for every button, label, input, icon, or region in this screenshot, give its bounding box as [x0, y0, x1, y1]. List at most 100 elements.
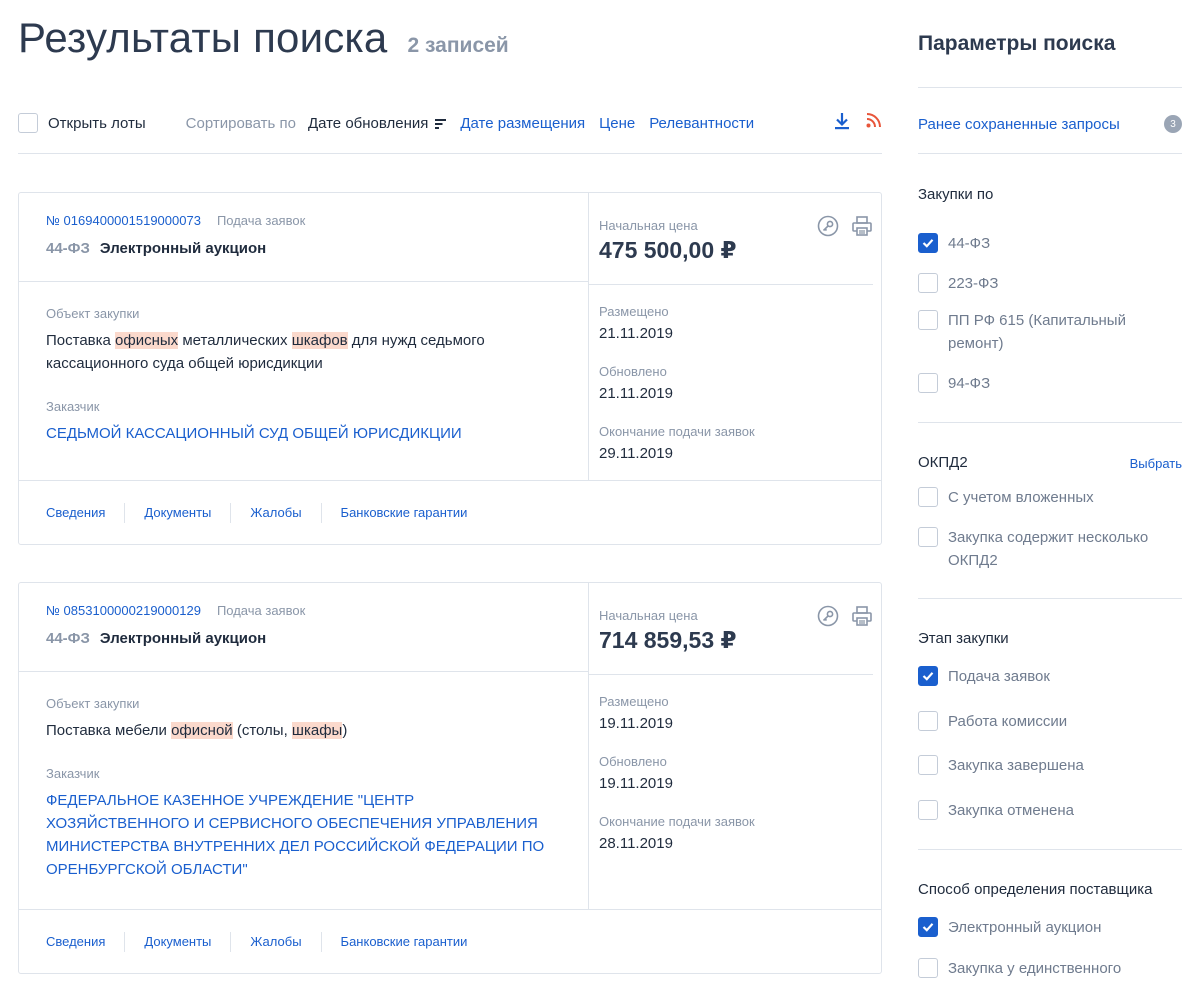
- sort-by-price[interactable]: Цене: [599, 115, 635, 132]
- updated-date: Обновлено 19.11.2019: [599, 754, 881, 792]
- sort-by-publish-date[interactable]: Дате размещения: [460, 115, 585, 132]
- date-label: Окончание подачи заявок: [599, 424, 755, 439]
- checkbox-checked[interactable]: [918, 666, 938, 686]
- sort-descending-icon: [435, 118, 447, 129]
- option-label: 44-ФЗ: [948, 235, 991, 252]
- open-lots-toggle[interactable]: Открыть лоты: [18, 113, 146, 133]
- search-highlight: офисных: [115, 332, 179, 349]
- purchase-number-link[interactable]: № 0853100000219000129: [46, 603, 201, 618]
- saved-queries-link[interactable]: Ранее сохраненные запросы: [918, 116, 1120, 133]
- checkbox[interactable]: [918, 527, 938, 547]
- option-label: 223-ФЗ: [948, 275, 999, 292]
- initial-price: 714 859,53 ₽: [599, 627, 737, 653]
- option-label: ПП РФ 615 (Капитальный ремонт): [948, 312, 1126, 352]
- filter-option-cancelled[interactable]: Закупка отменена: [918, 800, 1182, 822]
- option-label: Закупка у единственного: [948, 960, 1122, 977]
- checkbox[interactable]: [918, 273, 938, 293]
- key-icon[interactable]: [817, 215, 839, 237]
- open-lots-checkbox[interactable]: [18, 113, 38, 133]
- subject-label: Объект закупки: [46, 696, 140, 711]
- checkbox[interactable]: [918, 310, 938, 330]
- deadline-date: Окончание подачи заявок 28.11.2019: [599, 814, 881, 852]
- sort-by-update-date[interactable]: Дате обновления: [307, 114, 447, 132]
- price-block: Начальная цена 475 500,00 ₽: [589, 193, 873, 285]
- filter-option-nested[interactable]: С учетом вложенных: [918, 487, 1182, 509]
- documents-link[interactable]: Документы: [144, 505, 211, 520]
- card-header: № 0853100000219000129 Подача заявок 44-Ф…: [19, 583, 588, 672]
- updated-date: Обновлено 21.11.2019: [599, 364, 881, 402]
- date-value: 21.11.2019: [599, 385, 673, 402]
- sidebar-title: Параметры поиска: [918, 32, 1116, 55]
- filter-option-completed[interactable]: Закупка завершена: [918, 755, 1182, 777]
- option-label: Закупка завершена: [948, 757, 1084, 774]
- checkbox[interactable]: [918, 373, 938, 393]
- purchase-number-link[interactable]: № 0169400001519000073: [46, 213, 201, 228]
- filter-option-multiple-okpd2[interactable]: Закупка содержит несколько ОКПД2: [918, 527, 1182, 572]
- date-value: 19.11.2019: [599, 775, 673, 792]
- link-separator: [320, 931, 322, 952]
- checkbox-checked[interactable]: [918, 917, 938, 937]
- customer-label: Заказчик: [46, 766, 100, 781]
- print-icon[interactable]: [851, 605, 873, 627]
- option-label: Подача заявок: [948, 668, 1050, 685]
- card-price-info: Начальная цена 714 859,53 ₽ Размещено 19…: [589, 583, 881, 874]
- card-main-info: № 0853100000219000129 Подача заявок 44-Ф…: [19, 583, 589, 910]
- rss-icon[interactable]: [866, 112, 882, 130]
- bank-guarantees-link[interactable]: Банковские гарантии: [341, 505, 468, 520]
- sidebar-divider: [918, 598, 1182, 599]
- filter-option-applications[interactable]: Подача заявок: [918, 666, 1182, 688]
- download-icon[interactable]: [834, 112, 850, 130]
- filter-option-223fz[interactable]: 223-ФЗ: [918, 273, 1182, 295]
- checkbox[interactable]: [918, 711, 938, 731]
- checkbox[interactable]: [918, 800, 938, 820]
- purchase-subject: Поставка мебели офисной (столы, шкафы): [46, 719, 561, 742]
- subject-text: металлических: [178, 332, 292, 349]
- filter-option-94fz[interactable]: 94-ФЗ: [918, 373, 1182, 395]
- search-highlight: шкафов: [291, 332, 348, 349]
- check-icon: [922, 239, 934, 248]
- deadline-date: Окончание подачи заявок 29.11.2019: [599, 424, 881, 462]
- stage-title: Этап закупки: [918, 630, 1009, 647]
- option-label: Закупка содержит несколько ОКПД2: [948, 529, 1149, 569]
- checkbox[interactable]: [918, 487, 938, 507]
- published-date: Размещено 21.11.2019: [599, 304, 881, 342]
- okpd2-choose-link[interactable]: Выбрать: [1130, 456, 1182, 471]
- card-price-info: Начальная цена 475 500,00 ₽ Размещено 21…: [589, 193, 881, 484]
- date-label: Окончание подачи заявок: [599, 814, 755, 829]
- sidebar-divider: [918, 849, 1182, 850]
- bank-guarantees-link[interactable]: Банковские гарантии: [341, 934, 468, 949]
- title-row: Результаты поиска 2 записей: [18, 14, 509, 62]
- link-separator: [230, 502, 232, 523]
- purchase-type: Электронный аукцион: [99, 630, 267, 647]
- documents-link[interactable]: Документы: [144, 934, 211, 949]
- filter-option-commission[interactable]: Работа комиссии: [918, 711, 1182, 733]
- checkbox[interactable]: [918, 958, 938, 978]
- filter-option-pp615[interactable]: ПП РФ 615 (Капитальный ремонт): [918, 310, 1182, 355]
- sidebar-divider: [918, 87, 1182, 88]
- checkbox-checked[interactable]: [918, 233, 938, 253]
- date-label: Обновлено: [599, 754, 667, 769]
- details-link[interactable]: Сведения: [46, 505, 105, 520]
- details-link[interactable]: Сведения: [46, 934, 105, 949]
- key-icon[interactable]: [817, 605, 839, 627]
- link-separator: [124, 502, 126, 523]
- check-icon: [922, 923, 934, 932]
- subject-label: Объект закупки: [46, 306, 140, 321]
- customer-link[interactable]: СЕДЬМОЙ КАССАЦИОННЫЙ СУД ОБЩЕЙ ЮРИСДИКЦИ…: [46, 422, 561, 445]
- subject-text: Поставка: [46, 332, 116, 349]
- print-icon[interactable]: [851, 215, 873, 237]
- sort-label: Сортировать по: [185, 114, 296, 132]
- sort-active-label: Дате обновления: [307, 114, 429, 132]
- complaints-link[interactable]: Жалобы: [250, 505, 301, 520]
- checkbox[interactable]: [918, 755, 938, 775]
- saved-queries-count-badge: 3: [1164, 115, 1182, 133]
- filter-option-single-supplier[interactable]: Закупка у единственного: [918, 958, 1182, 980]
- sort-by-relevance[interactable]: Релевантности: [649, 115, 754, 132]
- complaints-link[interactable]: Жалобы: [250, 934, 301, 949]
- filter-option-e-auction[interactable]: Электронный аукцион: [918, 917, 1182, 939]
- card-header: № 0169400001519000073 Подача заявок 44-Ф…: [19, 193, 588, 282]
- search-highlight: офисной: [171, 722, 233, 739]
- customer-link[interactable]: ФЕДЕРАЛЬНОЕ КАЗЕННОЕ УЧРЕЖДЕНИЕ "ЦЕНТР Х…: [46, 789, 561, 881]
- card-footer: Сведения Документы Жалобы Банковские гар…: [19, 480, 881, 544]
- filter-option-44fz[interactable]: 44-ФЗ: [918, 233, 1182, 255]
